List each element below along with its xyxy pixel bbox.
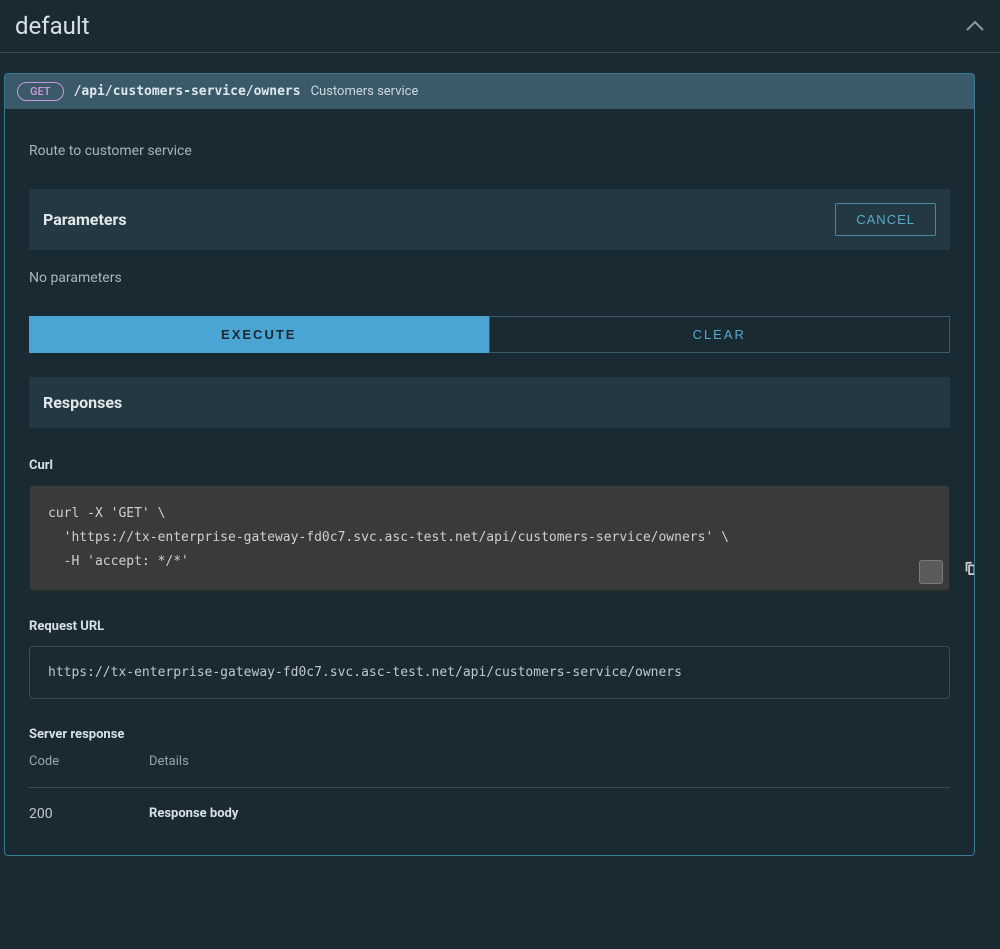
- request-url-block: https://tx-enterprise-gateway-fd0c7.svc.…: [29, 646, 950, 699]
- details-column-header: Details: [149, 754, 950, 769]
- execute-button[interactable]: Execute: [29, 316, 489, 353]
- section-header[interactable]: default: [0, 0, 1000, 53]
- copy-curl-button[interactable]: [919, 560, 943, 584]
- response-row: 200 Response body: [29, 787, 950, 831]
- cancel-button[interactable]: Cancel: [835, 203, 936, 236]
- no-parameters-message: No parameters: [29, 270, 950, 286]
- code-column-header: Code: [29, 754, 149, 769]
- operation-body: Route to customer service Parameters Can…: [5, 109, 974, 855]
- action-buttons: Execute Clear: [29, 316, 950, 353]
- endpoint-path: /api/customers-service/owners: [74, 84, 301, 99]
- curl-label: Curl: [29, 458, 950, 473]
- server-response-label: Server response: [29, 727, 950, 742]
- clipboard-icon: [885, 536, 975, 608]
- clear-button-label: Clear: [693, 327, 746, 342]
- curl-code-block: curl -X 'GET' \ 'https://tx-enterprise-g…: [29, 485, 950, 591]
- chevron-up-icon: [965, 20, 985, 32]
- curl-command-text: curl -X 'GET' \ 'https://tx-enterprise-g…: [48, 506, 729, 569]
- response-details: Response body: [149, 806, 950, 831]
- status-code: 200: [29, 806, 149, 831]
- operation-description: Route to customer service: [29, 143, 950, 159]
- execute-button-label: Execute: [221, 327, 296, 342]
- request-url-label: Request URL: [29, 619, 950, 634]
- endpoint-summary: Customers service: [311, 84, 419, 99]
- response-table-header: Code Details: [29, 754, 950, 769]
- clear-button[interactable]: Clear: [489, 316, 951, 353]
- operation-block: GET /api/customers-service/owners Custom…: [4, 73, 975, 856]
- responses-heading: Responses: [43, 393, 936, 412]
- parameters-heading: Parameters: [43, 210, 127, 229]
- response-body-label: Response body: [149, 806, 950, 821]
- cancel-button-label: Cancel: [856, 212, 915, 227]
- http-method-badge: GET: [17, 82, 64, 101]
- operation-header[interactable]: GET /api/customers-service/owners Custom…: [5, 74, 974, 109]
- section-title: default: [15, 12, 90, 40]
- request-url-text: https://tx-enterprise-gateway-fd0c7.svc.…: [48, 665, 682, 680]
- parameters-header: Parameters Cancel: [29, 189, 950, 250]
- responses-header: Responses: [29, 377, 950, 428]
